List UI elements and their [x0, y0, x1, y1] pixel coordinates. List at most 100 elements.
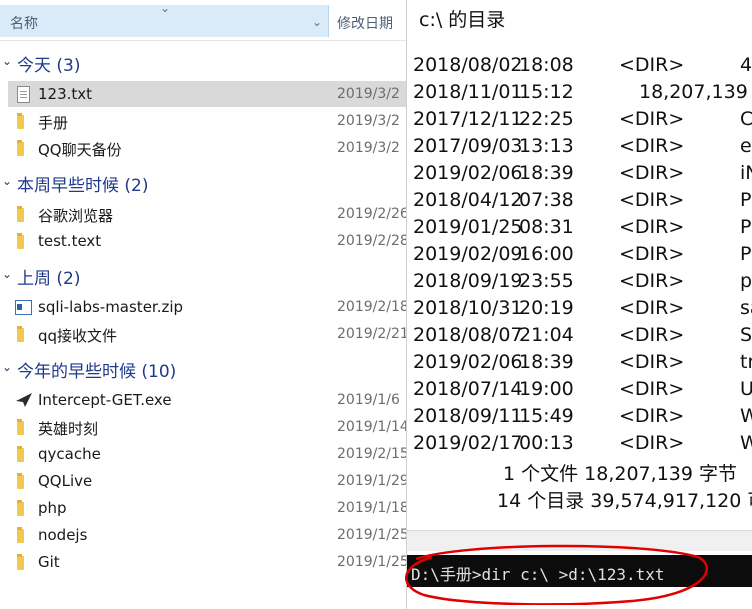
file-name: qycache: [38, 445, 101, 463]
folder-icon: [15, 500, 31, 516]
file-date: 2019/1/25: [337, 554, 409, 570]
file-name: test.text: [38, 232, 102, 250]
file-date: 2019/3/2: [337, 140, 400, 156]
file-row[interactable]: nodejs 2019/1/25: [8, 522, 410, 548]
file-row[interactable]: sqli-labs-master.zip 2019/2/18: [8, 294, 410, 320]
entry-time: 23:55: [519, 270, 574, 292]
name-column-label: 名称: [10, 16, 38, 32]
folder-icon: [15, 446, 31, 462]
date-column-header[interactable]: 修改日期: [337, 13, 393, 33]
command-text: D:\手册>dir c:\ >d:\123.txt: [411, 565, 665, 584]
entry-name: C: [740, 108, 752, 130]
file-row[interactable]: 123.txt 2019/3/2: [8, 81, 410, 107]
file-date: 2019/3/2: [337, 86, 400, 102]
dir-entry: 2018/04/12 07:38 <DIR> P: [407, 189, 752, 216]
entry-date: 2018/09/11: [413, 405, 523, 427]
entry-kind: <DIR>: [619, 297, 685, 319]
console-window: c:\ 的目录 2018/08/02 18:08 <DIR> 4 2018/11…: [406, 0, 752, 609]
group-header-last-week[interactable]: ⌄ 上周 (2): [0, 261, 410, 289]
entry-kind: <DIR>: [619, 270, 685, 292]
file-row[interactable]: 谷歌浏览器 2019/2/26: [8, 201, 410, 227]
entry-name: W: [740, 405, 752, 427]
column-dropdown-icon[interactable]: ⌄: [312, 15, 322, 29]
desktop: 名称 ⌄ ⌄ 修改日期 ⌄ 今天 (3) 123.txt 2019/3/2 手册…: [0, 0, 752, 609]
entry-kind: <DIR>: [619, 162, 685, 184]
entry-kind: <DIR>: [619, 216, 685, 238]
file-date: 2019/2/15: [337, 446, 409, 462]
group-header-today[interactable]: ⌄ 今天 (3): [0, 48, 410, 76]
name-column-header[interactable]: 名称 ⌄ ⌄: [0, 1, 329, 37]
chevron-down-icon[interactable]: ⌄: [2, 174, 12, 188]
file-name: 谷歌浏览器: [38, 207, 114, 225]
file-row[interactable]: Git 2019/1/25: [8, 549, 410, 575]
folder-icon: [15, 140, 31, 156]
command-line-bar[interactable]: D:\手册>dir c:\ >d:\123.txt: [407, 555, 752, 587]
entry-date: 2019/01/25: [413, 216, 523, 238]
entry-name: e: [740, 135, 752, 157]
entry-name: P: [740, 189, 752, 211]
file-row[interactable]: qycache 2019/2/15: [8, 441, 410, 467]
file-row[interactable]: 英雄时刻 2019/1/14: [8, 414, 410, 440]
file-date: 2019/1/25: [337, 527, 409, 543]
entry-time: 15:12: [519, 81, 574, 103]
file-date: 2019/1/6: [337, 392, 400, 408]
entry-date: 2018/08/02: [413, 54, 523, 76]
group-title: 上周 (2): [17, 269, 81, 289]
chevron-down-icon[interactable]: ⌄: [2, 267, 12, 281]
file-date: 2019/2/18: [337, 299, 409, 315]
file-row[interactable]: QQLive 2019/1/29: [8, 468, 410, 494]
entry-date: 2019/02/09: [413, 243, 523, 265]
entry-time: 21:04: [519, 324, 574, 346]
file-row[interactable]: 手册 2019/3/2: [8, 108, 410, 134]
file-name: 123.txt: [38, 85, 93, 103]
folder-icon: [15, 527, 31, 543]
horizontal-scrollbar[interactable]: [407, 530, 752, 551]
folder-icon: [15, 326, 31, 342]
entry-kind: <DIR>: [619, 108, 685, 130]
dir-entry: 2018/11/01 15:12 18,207,139: [407, 81, 752, 108]
group-header-earlier-this-year[interactable]: ⌄ 今年的早些时候 (10): [0, 354, 410, 382]
file-name: php: [38, 499, 67, 517]
dir-entry: 2019/02/17 00:13 <DIR> W: [407, 432, 752, 459]
entry-time: 07:38: [519, 189, 574, 211]
entry-date: 2018/11/01: [413, 81, 523, 103]
dir-entry: 2018/09/11 15:49 <DIR> W: [407, 405, 752, 432]
entry-date: 2017/09/03: [413, 135, 523, 157]
group-title: 今天 (3): [17, 56, 81, 76]
file-name: 英雄时刻: [38, 420, 99, 438]
file-name: QQ聊天备份: [38, 141, 122, 159]
entry-date: 2018/08/07: [413, 324, 523, 346]
file-row[interactable]: test.text 2019/2/28: [8, 228, 410, 254]
file-date: 2019/1/14: [337, 419, 409, 435]
entry-time: 15:49: [519, 405, 574, 427]
file-row[interactable]: php 2019/1/18: [8, 495, 410, 521]
entry-time: 20:19: [519, 297, 574, 319]
exe-file-icon: [15, 392, 32, 408]
entry-kind: <DIR>: [619, 432, 685, 454]
entry-kind: <DIR>: [619, 378, 685, 400]
group-header-earlier-this-week[interactable]: ⌄ 本周早些时候 (2): [0, 168, 410, 196]
entry-name: P: [740, 216, 752, 238]
text-file-icon: [15, 86, 31, 103]
chevron-down-icon[interactable]: ⌄: [2, 54, 12, 68]
file-row[interactable]: QQ聊天备份 2019/3/2: [8, 135, 410, 161]
file-name: QQLive: [38, 472, 93, 490]
file-row[interactable]: qq接收文件 2019/2/21: [8, 321, 410, 347]
entry-date: 2019/02/06: [413, 351, 523, 373]
column-header-bar: 名称 ⌄ ⌄ 修改日期: [0, 0, 410, 41]
folder-icon: [15, 554, 31, 570]
entry-time: 16:00: [519, 243, 574, 265]
dir-entry: 2019/02/06 18:39 <DIR> tr: [407, 351, 752, 378]
group-title: 今年的早些时候 (10): [17, 362, 177, 382]
file-row[interactable]: Intercept-GET.exe 2019/1/6: [8, 387, 410, 413]
dir-entry: 2018/07/14 19:00 <DIR> U: [407, 378, 752, 405]
file-date: 2019/3/2: [337, 113, 400, 129]
chevron-down-icon[interactable]: ⌄: [2, 360, 12, 374]
entry-kind: <DIR>: [619, 243, 685, 265]
folder-icon: [15, 206, 31, 222]
entry-name: 4: [740, 54, 752, 76]
summary-directories: 14 个目录 39,574,917,120 可: [497, 490, 752, 512]
console-directory-title: c:\ 的目录: [419, 9, 506, 31]
entry-time: 00:13: [519, 432, 574, 454]
dir-entry: 2018/09/19 23:55 <DIR> p: [407, 270, 752, 297]
